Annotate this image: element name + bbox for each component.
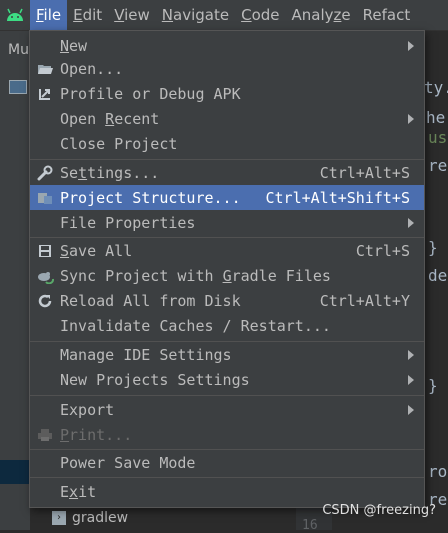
wrench-icon [30, 160, 60, 185]
editor-text: } [428, 376, 438, 395]
shortcut-label: Ctrl+Alt+Y [319, 291, 410, 310]
submenu-arrow-icon [406, 374, 416, 385]
print-icon [30, 422, 60, 447]
tree-item-label: gradlew [72, 510, 129, 526]
menu-code[interactable]: Code [235, 0, 285, 30]
project-structure-icon [30, 185, 60, 210]
menu-item-project-structure[interactable]: Project Structure... Ctrl+Alt+Shift+S [30, 185, 424, 210]
submenu-arrow-icon [406, 40, 416, 51]
menu-item-invalidate-caches[interactable]: Invalidate Caches / Restart... [30, 313, 424, 338]
editor-text: de [428, 266, 448, 285]
menu-item-profile-debug-apk[interactable]: Profile or Debug APK [30, 81, 424, 106]
save-icon [30, 238, 60, 263]
menu-item-export[interactable]: Export [30, 397, 424, 422]
menu-item-file-properties[interactable]: File Properties [30, 210, 424, 235]
project-window-icon[interactable] [9, 80, 27, 94]
profile-apk-icon [30, 81, 60, 106]
submenu-arrow-icon [406, 113, 416, 124]
menu-analyze[interactable]: Analyze [286, 0, 357, 30]
menu-item-exit[interactable]: Exit [30, 479, 424, 504]
file-icon: › [52, 511, 66, 525]
menu-file[interactable]: File [30, 0, 68, 30]
shortcut-label: Ctrl+Alt+Shift+S [265, 188, 411, 207]
android-icon [0, 0, 30, 30]
menu-item-open[interactable]: Open... [30, 56, 424, 81]
menu-item-new-projects-settings[interactable]: New Projects Settings [30, 367, 424, 392]
project-tool-tab[interactable]: Mu [8, 42, 29, 58]
menu-item-save-all[interactable]: Save All Ctrl+S [30, 238, 424, 263]
menu-item-open-recent[interactable]: Open Recent [30, 106, 424, 131]
shortcut-label: Ctrl+S [355, 241, 410, 260]
watermark: CSDN @freezing? [322, 503, 436, 518]
editor-text: re [428, 156, 448, 175]
menu-item-manage-ide-settings[interactable]: Manage IDE Settings [30, 342, 424, 367]
folder-open-icon [30, 56, 60, 81]
menu-refactor[interactable]: Refact [357, 0, 417, 30]
menu-view[interactable]: View [108, 0, 156, 30]
menu-item-reload-all[interactable]: Reload All from Disk Ctrl+Alt+Y [30, 288, 424, 313]
tree-item-gradlew[interactable]: › gradlew [52, 510, 128, 526]
editor-text: } [428, 238, 438, 257]
file-menu-dropdown: New Open... Profile or Debug APK Open Re… [29, 30, 425, 508]
submenu-arrow-icon [406, 349, 416, 360]
menu-item-new[interactable]: New [30, 33, 424, 58]
reload-icon [30, 288, 60, 313]
gradle-sync-icon [30, 263, 60, 288]
shortcut-label: Ctrl+Alt+S [319, 163, 410, 182]
editor-text: us [428, 128, 448, 147]
line-number: 16 [302, 518, 318, 533]
menu-item-sync-gradle[interactable]: Sync Project with Gradle Files [30, 263, 424, 288]
submenu-arrow-icon [406, 217, 416, 228]
menu-item-print[interactable]: Print... [30, 422, 424, 447]
menu-navigate[interactable]: Navigate [156, 0, 235, 30]
editor-text: he [426, 108, 446, 127]
menu-separator [30, 395, 424, 396]
menu-edit[interactable]: Edit [67, 0, 108, 30]
menu-item-settings[interactable]: Settings... Ctrl+Alt+S [30, 160, 424, 185]
tool-window-strip [0, 31, 30, 530]
main-menu-bar: File Edit View Navigate Code Analyze Ref… [0, 0, 448, 31]
tree-selection [0, 460, 30, 484]
menu-separator [30, 477, 424, 478]
editor-text: ty. [424, 78, 448, 97]
menu-item-close-project[interactable]: Close Project [30, 131, 424, 156]
submenu-arrow-icon [406, 404, 416, 415]
menu-item-power-save-mode[interactable]: Power Save Mode [30, 450, 424, 475]
editor-text: ro [428, 462, 448, 481]
